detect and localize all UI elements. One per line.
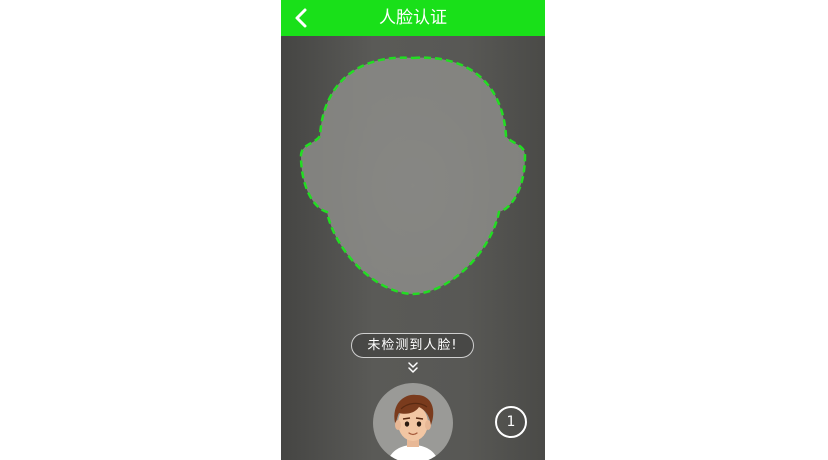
attempt-counter: 1 [495,406,527,438]
phone-screen: 人脸认证 未检测到人脸! 1 [281,0,545,460]
double-chevron-down-icon [408,362,418,373]
avatar[interactable] [373,383,453,460]
cartoon-face-avatar-icon [388,394,438,460]
page-title: 人脸认证 [379,8,447,28]
status-message: 未检测到人脸! [351,333,474,358]
face-outline-guide [299,56,527,296]
top-bar: 人脸认证 [281,0,545,36]
face-mask-fill [301,57,525,294]
